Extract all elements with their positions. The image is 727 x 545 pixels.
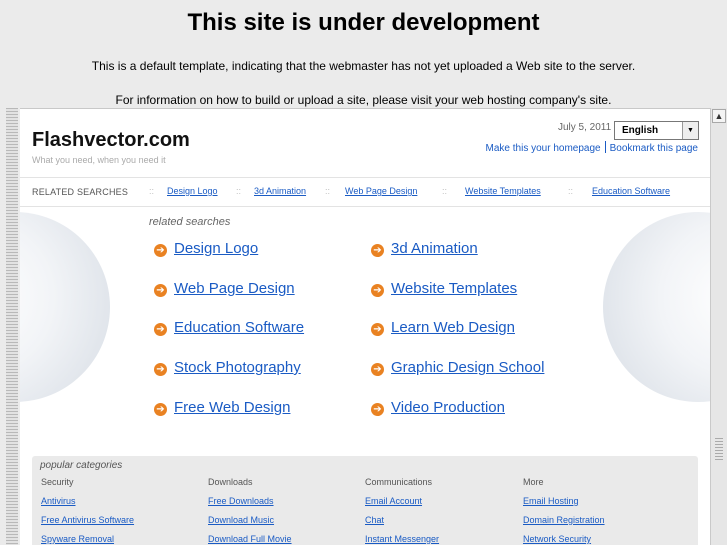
language-select[interactable]: English ▼ <box>614 121 699 140</box>
language-value: English <box>622 125 659 136</box>
category-link[interactable]: Email Hosting <box>523 496 605 506</box>
related-link[interactable]: ➔ Web Page Design <box>154 280 295 297</box>
related-link[interactable]: ➔ 3d Animation <box>371 240 478 257</box>
notice-line-1: This is a default template, indicating t… <box>91 59 636 73</box>
popular-categories: popular categories Security Antivirus Fr… <box>32 456 698 545</box>
category-link[interactable]: Download Full Movie <box>208 534 292 544</box>
bar-link[interactable]: Website Templates <box>465 186 541 196</box>
category-link[interactable]: Chat <box>365 515 439 525</box>
category-column: Security Antivirus Free Antivirus Softwa… <box>41 477 134 545</box>
category-link[interactable]: Domain Registration <box>523 515 605 525</box>
category-heading: More <box>523 477 544 487</box>
related-link-text[interactable]: Design Logo <box>174 240 258 257</box>
bar-separator: :: <box>442 186 448 196</box>
bar-separator: :: <box>236 186 242 196</box>
arrow-up-icon[interactable]: ▲ <box>712 109 726 123</box>
parked-page-frame: Flashvector.com What you need, when you … <box>20 108 710 545</box>
bar-separator: :: <box>325 186 331 196</box>
arrow-circle-icon: ➔ <box>154 323 167 336</box>
category-link[interactable]: Instant Messenger <box>365 534 439 544</box>
related-link[interactable]: ➔ Design Logo <box>154 240 258 257</box>
related-link[interactable]: ➔ Learn Web Design <box>371 319 515 336</box>
frame-grip[interactable] <box>6 108 18 545</box>
category-link[interactable]: Antivirus <box>41 496 134 506</box>
decorative-globe-left <box>20 212 110 402</box>
related-searches-bar: RELATED SEARCHES :: Design Logo :: 3d An… <box>20 177 710 207</box>
site-tagline: What you need, when you need it <box>32 155 166 165</box>
related-searches-title: related searches <box>149 216 231 228</box>
related-link-text[interactable]: 3d Animation <box>391 240 478 257</box>
category-heading: Downloads <box>208 477 253 487</box>
arrow-circle-icon: ➔ <box>371 363 384 376</box>
decorative-globe-right <box>603 212 710 402</box>
related-bar-label: RELATED SEARCHES <box>32 187 129 197</box>
arrow-circle-icon: ➔ <box>371 323 384 336</box>
related-link-text[interactable]: Education Software <box>174 319 304 336</box>
site-logo[interactable]: Flashvector.com <box>32 129 190 152</box>
date-label: July 5, 2011 <box>558 122 612 133</box>
bar-link[interactable]: 3d Animation <box>254 186 306 196</box>
related-link-text[interactable]: Graphic Design School <box>391 359 544 376</box>
category-link[interactable]: Free Antivirus Software <box>41 515 134 525</box>
bar-separator: :: <box>149 186 155 196</box>
related-link[interactable]: ➔ Stock Photography <box>154 359 301 376</box>
bar-separator: :: <box>568 186 574 196</box>
page-title: This site is under development <box>187 9 540 36</box>
arrow-circle-icon: ➔ <box>371 284 384 297</box>
related-link-text[interactable]: Free Web Design <box>174 399 290 416</box>
related-link[interactable]: ➔ Graphic Design School <box>371 359 544 376</box>
bar-link[interactable]: Education Software <box>592 186 670 196</box>
category-column: More Email Hosting Domain Registration N… <box>523 477 605 545</box>
notice-line-2: For information on how to build or uploa… <box>115 93 612 107</box>
related-link[interactable]: ➔ Video Production <box>371 399 505 416</box>
bar-link[interactable]: Design Logo <box>167 186 218 196</box>
vertical-scrollbar[interactable]: ▲ <box>710 108 727 545</box>
category-link[interactable]: Spyware Removal <box>41 534 134 544</box>
category-heading: Security <box>41 477 74 487</box>
arrow-circle-icon: ➔ <box>371 403 384 416</box>
link-divider <box>604 141 606 153</box>
category-column: Communications Email Account Chat Instan… <box>365 477 439 545</box>
arrow-circle-icon: ➔ <box>371 244 384 257</box>
make-homepage-link[interactable]: Make this your homepage <box>486 143 601 154</box>
bookmark-link[interactable]: Bookmark this page <box>610 143 698 154</box>
category-link[interactable]: Network Security <box>523 534 605 544</box>
arrow-circle-icon: ➔ <box>154 284 167 297</box>
top-links: Make this your homepage Bookmark this pag… <box>486 141 698 154</box>
arrow-circle-icon: ➔ <box>154 403 167 416</box>
left-frame-edge <box>0 108 20 545</box>
scroll-thumb-grip[interactable] <box>715 438 723 460</box>
related-link[interactable]: ➔ Education Software <box>154 319 304 336</box>
dev-notice: This site is under development This is a… <box>0 0 727 108</box>
related-link[interactable]: ➔ Free Web Design <box>154 399 290 416</box>
arrow-circle-icon: ➔ <box>154 363 167 376</box>
related-link-text[interactable]: Website Templates <box>391 280 517 297</box>
bar-link[interactable]: Web Page Design <box>345 186 417 196</box>
related-link-text[interactable]: Learn Web Design <box>391 319 515 336</box>
related-link[interactable]: ➔ Website Templates <box>371 280 517 297</box>
popular-title: popular categories <box>40 460 123 471</box>
arrow-circle-icon: ➔ <box>154 244 167 257</box>
category-heading: Communications <box>365 477 433 487</box>
category-link[interactable]: Download Music <box>208 515 292 525</box>
category-column: Downloads Free Downloads Download Music … <box>208 477 292 545</box>
related-link-text[interactable]: Web Page Design <box>174 280 295 297</box>
related-link-text[interactable]: Video Production <box>391 399 505 416</box>
chevron-down-icon[interactable]: ▼ <box>682 122 698 139</box>
related-link-text[interactable]: Stock Photography <box>174 359 301 376</box>
category-link[interactable]: Free Downloads <box>208 496 292 506</box>
category-link[interactable]: Email Account <box>365 496 439 506</box>
